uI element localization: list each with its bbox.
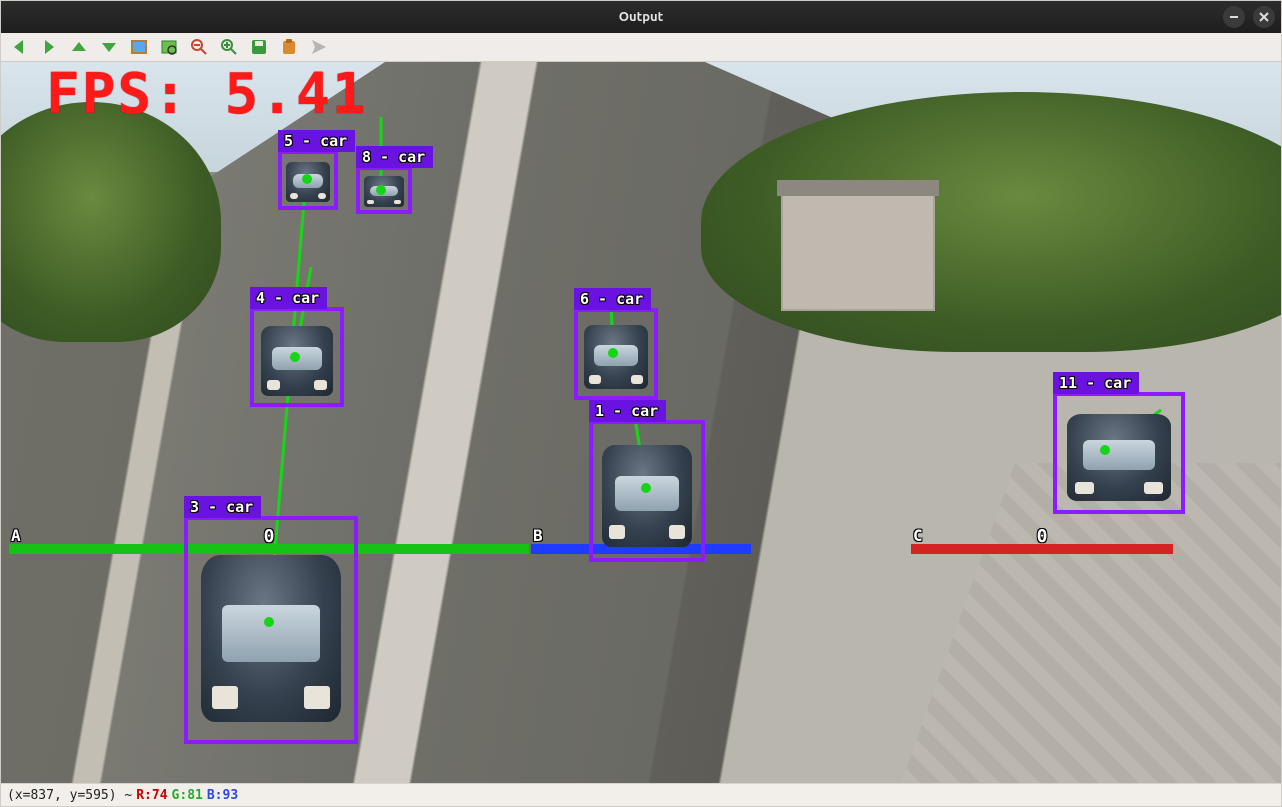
close-button[interactable] xyxy=(1253,6,1275,28)
centroid-dot xyxy=(641,483,651,493)
centroid-dot xyxy=(290,352,300,362)
nav-forward-icon[interactable] xyxy=(39,37,59,57)
minimize-button[interactable] xyxy=(1223,6,1245,28)
centroid-dot xyxy=(264,617,274,627)
centroid-dot xyxy=(608,348,618,358)
detection-label: 4 - car xyxy=(250,287,327,309)
fps-overlay: FPS: 5.41 xyxy=(46,62,367,127)
nav-back-icon[interactable] xyxy=(9,37,29,57)
detection-label: 5 - car xyxy=(278,130,355,152)
detection-box: 11 - car xyxy=(1053,392,1185,514)
detection-label: 11 - car xyxy=(1053,372,1139,394)
detection-box: 3 - car xyxy=(184,516,358,744)
car-graphic xyxy=(602,445,693,547)
centroid-dot xyxy=(302,174,312,184)
count-line-label: B xyxy=(533,526,544,545)
nav-down-icon[interactable] xyxy=(99,37,119,57)
toolbar xyxy=(1,33,1281,62)
centroid-dot xyxy=(1100,445,1110,455)
send-icon[interactable] xyxy=(309,37,329,57)
centroid-dot xyxy=(376,185,386,195)
image-viewport[interactable]: A0B0C0 3 - car4 - car5 - car8 - car6 - c… xyxy=(1,62,1281,783)
count-line-label: C xyxy=(913,526,924,545)
nav-up-icon[interactable] xyxy=(69,37,89,57)
count-line-c: C0 xyxy=(911,544,1173,554)
car-graphic xyxy=(201,555,340,722)
zoom-out-icon[interactable] xyxy=(189,37,209,57)
car-graphic xyxy=(1067,414,1171,501)
count-line-label: A xyxy=(11,526,22,545)
window-controls xyxy=(1223,6,1275,28)
status-pixel-r: R:74 xyxy=(136,788,167,803)
statusbar: (x=837, y=595) ~ R:74 G:81 B:93 xyxy=(1,783,1281,806)
detection-label: 6 - car xyxy=(574,288,651,310)
status-pixel-b: B:93 xyxy=(207,788,238,803)
detection-label: 1 - car xyxy=(589,400,666,422)
save-icon[interactable] xyxy=(249,37,269,57)
detection-label: 8 - car xyxy=(356,146,433,168)
status-pixel-g: G:81 xyxy=(172,788,203,803)
area-select-icon[interactable] xyxy=(159,37,179,57)
titlebar[interactable]: Output xyxy=(1,1,1281,33)
car-graphic xyxy=(584,325,648,389)
window-title: Output xyxy=(1,10,1281,24)
status-coords: (x=837, y=595) ~ xyxy=(7,788,132,803)
app-window: Output A0B0C xyxy=(0,0,1282,807)
zoom-in-icon[interactable] xyxy=(219,37,239,57)
screenshot-icon[interactable] xyxy=(129,37,149,57)
detection-label: 3 - car xyxy=(184,496,261,518)
count-line-value: 0 xyxy=(1037,526,1048,547)
clipboard-icon[interactable] xyxy=(279,37,299,57)
